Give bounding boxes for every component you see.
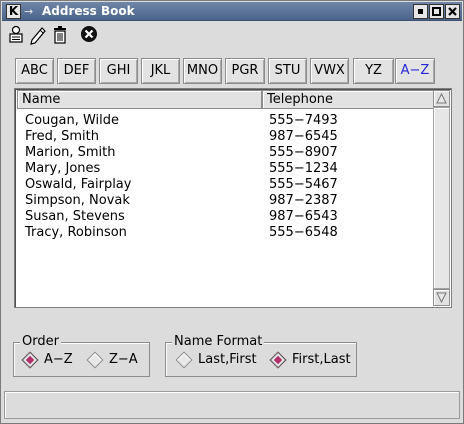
column-header-telephone[interactable]: Telephone xyxy=(262,90,434,109)
format-first-last-label: First,Last xyxy=(292,352,351,367)
tab-mno[interactable]: MNO xyxy=(183,58,222,84)
order-z-a-label: Z−A xyxy=(109,352,138,367)
contact-name: Cougan, Wilde xyxy=(25,113,120,128)
minimize-button[interactable] xyxy=(413,4,428,19)
contact-phone: 555−5467 xyxy=(269,177,338,192)
trash-icon xyxy=(54,26,66,44)
address-book-window: K → Address Book ABC DEF GHI JKL MNO PGR… xyxy=(0,0,464,424)
contact-name: Susan, Stevens xyxy=(25,209,125,224)
pin-icon[interactable]: → xyxy=(24,3,33,20)
order-group: Order A−Z Z−A xyxy=(13,334,150,377)
arrow-up-icon xyxy=(436,92,447,104)
delete-entry-button[interactable] xyxy=(49,23,71,45)
pencil-icon xyxy=(30,27,46,45)
scroll-down-button[interactable] xyxy=(433,289,450,306)
order-a-z-label: A−Z xyxy=(44,352,73,367)
radio-unchecked-icon xyxy=(86,351,104,369)
list-item[interactable]: Mary, Jones 555−1234 xyxy=(25,161,425,177)
contact-phone: 555−6548 xyxy=(269,225,338,240)
tab-yz[interactable]: YZ xyxy=(353,58,394,84)
close-icon xyxy=(448,7,457,16)
contact-name: Fred, Smith xyxy=(25,129,99,144)
scroll-up-button[interactable] xyxy=(433,90,450,107)
arrow-down-icon xyxy=(436,292,447,304)
edit-entry-button[interactable] xyxy=(27,23,49,45)
tab-stu[interactable]: STU xyxy=(268,58,307,84)
letter-tabs: ABC DEF GHI JKL MNO PGR STU VWX YZ A−Z xyxy=(15,58,435,84)
list-item[interactable]: Oswald, Fairplay 555−5467 xyxy=(25,177,425,193)
tab-vwx[interactable]: VWX xyxy=(310,58,349,84)
vertical-scrollbar[interactable] xyxy=(433,90,450,306)
contact-name: Tracy, Robinson xyxy=(25,225,127,240)
window-title: Address Book xyxy=(42,4,135,18)
contact-list[interactable]: Name Telephone Cougan, Wilde 555−7493 Fre… xyxy=(14,88,452,308)
contact-phone: 555−8907 xyxy=(269,145,338,160)
list-item[interactable]: Susan, Stevens 987−6543 xyxy=(25,209,425,225)
contact-name: Mary, Jones xyxy=(25,161,101,176)
radio-checked-icon xyxy=(269,351,287,369)
status-bar xyxy=(4,391,460,419)
tab-def[interactable]: DEF xyxy=(57,58,96,84)
scroll-track[interactable] xyxy=(433,107,450,289)
contact-phone: 987−2387 xyxy=(269,193,338,208)
name-format-group-title: Name Format xyxy=(172,334,265,350)
tab-a-z[interactable]: A−Z xyxy=(395,58,435,84)
list-item[interactable]: Fred, Smith 987−6545 xyxy=(25,129,425,145)
tab-abc[interactable]: ABC xyxy=(15,58,54,84)
contact-phone: 987−6545 xyxy=(269,129,338,144)
tab-pgr[interactable]: PGR xyxy=(225,58,265,84)
stop-icon xyxy=(81,26,97,42)
contact-phone: 555−7493 xyxy=(269,113,338,128)
contact-name: Oswald, Fairplay xyxy=(25,177,132,192)
close-book-button[interactable] xyxy=(78,23,100,45)
maximize-icon xyxy=(432,7,441,16)
close-window-button[interactable] xyxy=(445,4,460,19)
contact-phone: 555−1234 xyxy=(269,161,338,176)
list-item[interactable]: Cougan, Wilde 555−7493 xyxy=(25,113,425,129)
contact-name: Simpson, Novak xyxy=(25,193,130,208)
new-entry-button[interactable] xyxy=(5,23,27,45)
list-item[interactable]: Marion, Smith 555−8907 xyxy=(25,145,425,161)
title-bar[interactable]: K → Address Book xyxy=(2,2,462,21)
format-last-first-label: Last,First xyxy=(198,352,257,367)
list-item[interactable]: Simpson, Novak 987−2387 xyxy=(25,193,425,209)
app-icon[interactable]: K xyxy=(6,4,21,19)
maximize-button[interactable] xyxy=(429,4,444,19)
minimize-icon xyxy=(418,9,423,14)
radio-checked-icon xyxy=(21,351,39,369)
radio-unchecked-icon xyxy=(175,351,193,369)
contact-name: Marion, Smith xyxy=(25,145,116,160)
list-item[interactable]: Tracy, Robinson 555−6548 xyxy=(25,225,425,241)
toolbar xyxy=(5,23,125,47)
contact-phone: 987−6543 xyxy=(269,209,338,224)
tab-jkl[interactable]: JKL xyxy=(141,58,180,84)
list-header: Name Telephone xyxy=(17,90,434,109)
name-format-group: Name Format Last,First First,Last xyxy=(165,334,357,377)
tab-ghi[interactable]: GHI xyxy=(99,58,138,84)
person-card-icon xyxy=(9,25,23,43)
order-group-title: Order xyxy=(20,334,61,350)
column-header-name[interactable]: Name xyxy=(17,90,262,109)
